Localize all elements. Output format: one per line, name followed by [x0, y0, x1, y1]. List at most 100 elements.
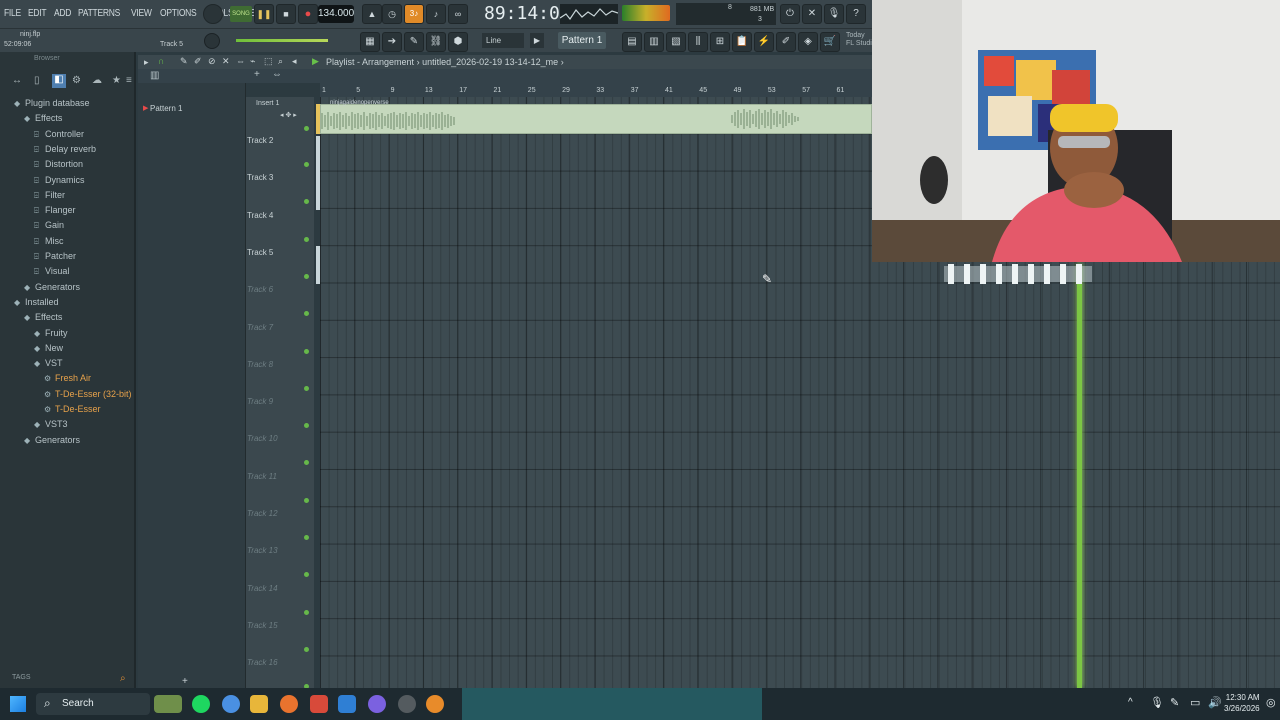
- countdown-icon[interactable]: 3♪: [404, 4, 424, 24]
- browser-item-vst3[interactable]: ◆ VST3: [34, 419, 68, 429]
- browser-item-t-de-esser-32-bit[interactable]: ⚙ T-De-Esser (32-bit): [44, 389, 132, 399]
- browser-item-new[interactable]: ◆ New: [34, 343, 63, 353]
- firefox-icon[interactable]: [280, 695, 298, 713]
- link-icon[interactable]: ⛓: [426, 32, 446, 52]
- track-mute-led[interactable]: [304, 609, 309, 615]
- record-button[interactable]: ●: [298, 4, 318, 24]
- channel-rack-icon[interactable]: ▥: [644, 32, 664, 52]
- track-label[interactable]: Track 4: [247, 211, 273, 220]
- browser-item-t-de-esser[interactable]: ⚙ T-De-Esser: [44, 404, 101, 414]
- track-1-controls-icon[interactable]: ◂ ✥ ▸: [280, 111, 297, 119]
- scroll-arrows-icon[interactable]: ⇔: [272, 69, 282, 80]
- spotify-icon[interactable]: [192, 695, 210, 713]
- browser-item-flanger[interactable]: ⌹ Flanger: [34, 205, 76, 216]
- track-mute-led[interactable]: [304, 348, 309, 354]
- track-label[interactable]: Track 3: [247, 173, 273, 182]
- file-explorer-icon[interactable]: [250, 695, 268, 713]
- zoom-tool-icon[interactable]: ⌕: [278, 56, 283, 67]
- browser-item-fresh-air[interactable]: ⚙ Fresh Air: [44, 373, 91, 383]
- track-label[interactable]: Track 10: [247, 434, 278, 443]
- microphone-icon[interactable]: 🎙: [824, 4, 844, 24]
- slip-tool-icon[interactable]: ⇔: [236, 56, 245, 66]
- tray-volume-icon[interactable]: 🔊: [1208, 696, 1222, 709]
- clipboard-icon[interactable]: 📋: [732, 32, 752, 52]
- obs-icon[interactable]: [398, 695, 416, 713]
- track-label[interactable]: Track 8: [247, 360, 273, 369]
- brave-icon[interactable]: [310, 695, 328, 713]
- browser-item-vst[interactable]: ◆ VST: [34, 358, 63, 368]
- browser-item-distortion[interactable]: ⌹ Distortion: [34, 159, 83, 170]
- browser-item-dynamics[interactable]: ⌹ Dynamics: [34, 175, 85, 186]
- track-label[interactable]: Track 16: [247, 658, 278, 667]
- stop-button[interactable]: ■: [276, 4, 296, 24]
- browser-item-plugin-database[interactable]: ◆ Plugin database: [14, 98, 90, 108]
- track-label[interactable]: Track 6: [247, 285, 273, 294]
- taskbar-clock[interactable]: 12:30 AM 3/26/2026: [1224, 692, 1260, 714]
- browser-item-patcher[interactable]: ⌹ Patcher: [34, 251, 76, 262]
- track-mute-led[interactable]: [304, 497, 309, 503]
- track-label[interactable]: Track 14: [247, 584, 278, 593]
- tray-pen-icon[interactable]: ✎: [1170, 696, 1179, 709]
- menu-icon[interactable]: ≡: [126, 75, 132, 86]
- playback-tool-icon[interactable]: ◂: [292, 56, 297, 67]
- pattern-selector[interactable]: Pattern 1: [558, 32, 606, 49]
- playhead-marker-icon[interactable]: [944, 262, 1092, 286]
- track-mute-led[interactable]: [304, 535, 309, 540]
- menu-item-options[interactable]: OPTIONS: [160, 8, 197, 19]
- browser-item-generators[interactable]: ◆ Generators: [24, 435, 80, 445]
- search-icon[interactable]: ⌕: [120, 673, 126, 684]
- menu-item-view[interactable]: VIEW: [131, 8, 152, 19]
- pattern-picker-icon[interactable]: ▥: [150, 70, 159, 81]
- song-mode-toggle[interactable]: SONG: [230, 6, 252, 22]
- pause-button[interactable]: ❚❚: [254, 4, 274, 24]
- fl-studio-icon[interactable]: [426, 695, 444, 713]
- snap-selector[interactable]: Line: [482, 33, 524, 48]
- wait-input-icon[interactable]: ◷: [382, 4, 402, 24]
- windows-start-icon[interactable]: [10, 696, 26, 712]
- browser-item-delay-reverb[interactable]: ⌹ Delay reverb: [34, 144, 96, 155]
- track-label[interactable]: Track 15: [247, 621, 278, 630]
- close-icon[interactable]: ✕: [802, 4, 822, 24]
- draw-tool-icon[interactable]: ✎: [180, 56, 188, 67]
- master-volume-slider[interactable]: [236, 39, 328, 42]
- track-mute-led[interactable]: [304, 162, 309, 167]
- metronome-icon[interactable]: ▲: [362, 4, 382, 24]
- browser-item-generators[interactable]: ◆ Generators: [24, 282, 80, 292]
- piano-icon[interactable]: ▦: [360, 32, 380, 52]
- browser-item-controller[interactable]: ⌹ Controller: [34, 129, 84, 140]
- browser-item-effects[interactable]: ◆ Effects: [24, 113, 62, 123]
- track-mute-led[interactable]: [304, 385, 309, 391]
- add-track-icon[interactable]: +: [254, 69, 260, 80]
- browser-item-effects[interactable]: ◆ Effects: [24, 312, 62, 322]
- paint-tool-icon[interactable]: ✐: [194, 56, 202, 67]
- magnet-icon[interactable]: ∩: [158, 56, 164, 66]
- play-pattern-icon[interactable]: ▶: [530, 33, 544, 48]
- playhead[interactable]: [1077, 264, 1082, 688]
- tray-chevron-icon[interactable]: ^: [1128, 697, 1133, 708]
- browser-tree-icon[interactable]: ⊞: [710, 32, 730, 52]
- notification-icon[interactable]: ◎: [1266, 696, 1276, 709]
- track-label[interactable]: Track 12: [247, 509, 278, 518]
- gear-icon[interactable]: ⚙: [72, 75, 81, 86]
- delete-tool-icon[interactable]: ⊘: [208, 56, 216, 67]
- plug-icon[interactable]: ⚡: [754, 32, 774, 52]
- track-label[interactable]: Track 9: [247, 397, 273, 406]
- pattern-list-item[interactable]: Pattern 1: [150, 104, 182, 113]
- file-icon[interactable]: ▯: [34, 75, 40, 86]
- menu-item-file[interactable]: FILE: [4, 8, 21, 19]
- mask-icon[interactable]: ◈: [798, 32, 818, 52]
- widget-icon[interactable]: [154, 695, 182, 713]
- mixer-icon[interactable]: ⫼: [688, 32, 708, 52]
- browser-item-visual[interactable]: ⌹ Visual: [34, 266, 69, 277]
- track-mute-led[interactable]: [304, 126, 309, 131]
- cloud-icon[interactable]: ☁: [92, 75, 102, 86]
- power-icon[interactable]: ⏻: [780, 4, 800, 24]
- track-mute-led[interactable]: [304, 273, 309, 279]
- slice-tool-icon[interactable]: ⌁: [250, 56, 255, 67]
- cart-icon[interactable]: 🛒: [820, 32, 840, 52]
- browser-item-gain[interactable]: ⌹ Gain: [34, 220, 64, 231]
- track-label[interactable]: Track 11: [247, 472, 277, 481]
- menu-item-patterns[interactable]: PATTERNS: [78, 8, 120, 19]
- browser-item-fruity[interactable]: ◆ Fruity: [34, 328, 68, 338]
- piano-roll-icon[interactable]: ▧: [666, 32, 686, 52]
